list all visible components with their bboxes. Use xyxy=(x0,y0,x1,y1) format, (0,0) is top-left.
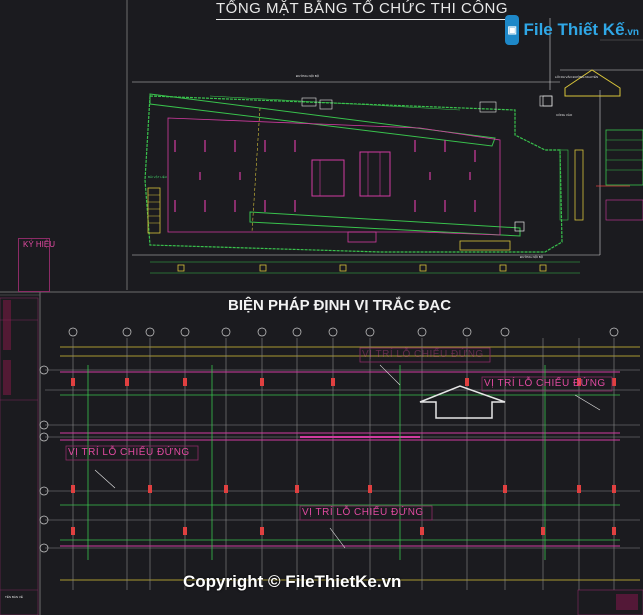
left-title-block: TÊN BẢN VẼ xyxy=(0,297,39,615)
svg-text:LỐI RA VÀO ĐƯỜNG NGUYỄN: LỐI RA VÀO ĐƯỜNG NGUYỄN xyxy=(555,74,598,79)
svg-text:BÃI VẬT LIỆU: BÃI VẬT LIỆU xyxy=(148,174,167,179)
svg-text:ĐƯỜNG NỘI BỘ: ĐƯỜNG NỘI BỘ xyxy=(520,254,544,259)
hole-label: VỊ TRÍ LỖ CHIẾU ĐỨNG xyxy=(302,507,424,518)
site-plan-title: TỔNG MẶT BẰNG TỔ CHỨC THI CÔNG xyxy=(216,0,508,20)
hole-label: VỊ TRÍ LỖ CHIẾU ĐỨNG xyxy=(484,378,606,389)
measurement-plan-title: BIỆN PHÁP ĐỊNH VỊ TRẮC ĐẠC xyxy=(228,297,452,314)
hole-label: VỊ TRÍ LỖ CHIẾU ĐỨNG xyxy=(362,349,484,360)
svg-text:CỔNG VÀO: CỔNG VÀO xyxy=(556,112,573,117)
cad-drawing-canvas: ĐƯỜNG NỘI BỘ LỐI RA VÀO ĐƯỜNG NGUYỄN BÃI… xyxy=(0,0,643,615)
svg-text:TÊN BẢN VẼ: TÊN BẢN VẼ xyxy=(5,594,23,599)
legend-header: KÝ HIỆU xyxy=(23,240,56,249)
site-plan: ĐƯỜNG NỘI BỘ LỐI RA VÀO ĐƯỜNG NGUYỄN BÃI… xyxy=(132,18,643,274)
svg-text:ĐƯỜNG NỘI BỘ: ĐƯỜNG NỘI BỘ xyxy=(296,73,320,78)
hole-label: VỊ TRÍ LỖ CHIẾU ĐỨNG xyxy=(68,447,190,458)
watermark-logo: ▣ File Thiết Kế.vn xyxy=(505,14,639,46)
copyright-watermark: Copyright © FileThietKe.vn xyxy=(183,572,402,591)
legend-box: KÝ HIỆU xyxy=(18,238,55,292)
logo-icon: ▣ xyxy=(505,15,520,45)
logo-text: File Thiết Kế.vn xyxy=(523,20,639,39)
